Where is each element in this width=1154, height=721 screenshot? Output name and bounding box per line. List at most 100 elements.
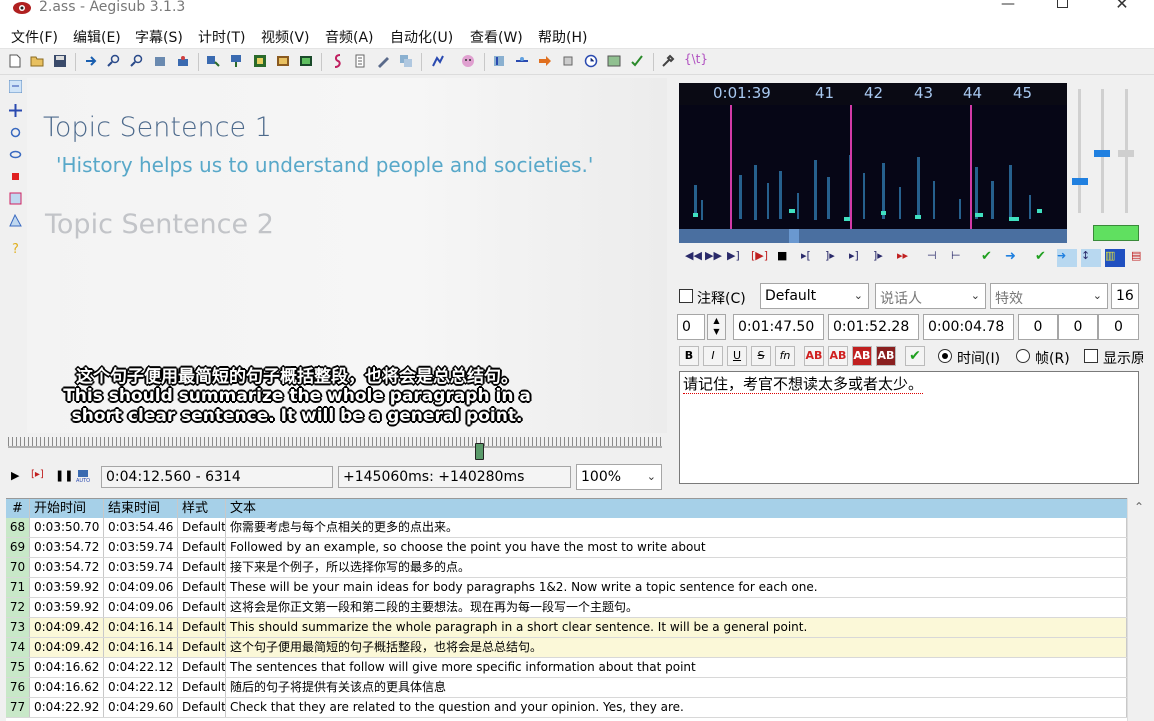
menu-help[interactable]: 帮助(H) xyxy=(538,27,587,47)
video-seek-track[interactable] xyxy=(8,446,662,448)
margin-right-field[interactable]: 0 xyxy=(1058,314,1098,340)
video-offset-field[interactable]: +145060ms: +140280ms xyxy=(338,466,571,488)
strikeout-button[interactable]: S xyxy=(751,346,771,366)
zoom-icon[interactable] xyxy=(107,54,121,68)
table-row[interactable]: 73 0:04:09.42 0:04:16.14 Default This should… xyxy=(6,618,1127,638)
vector-clip-icon[interactable] xyxy=(9,214,22,227)
menu-video[interactable]: 视频(V) xyxy=(261,27,310,47)
play-selection-icon[interactable]: ▶] xyxy=(727,249,740,262)
layer-field[interactable]: 0 xyxy=(677,314,705,340)
actor-select[interactable]: 说话人 ⌄ xyxy=(875,283,986,309)
forward-icon[interactable] xyxy=(538,54,552,68)
open-icon[interactable] xyxy=(30,54,44,68)
auto-next-icon[interactable]: ➜ xyxy=(1057,249,1077,267)
margin-vertical-field[interactable]: 0 xyxy=(1098,314,1139,340)
tags-icon[interactable]: {\t} xyxy=(684,52,708,66)
play-to-end-icon[interactable]: ▸▸ xyxy=(897,249,908,262)
horizontal-zoom-thumb[interactable] xyxy=(1072,178,1088,185)
help-icon[interactable]: ? xyxy=(9,241,22,254)
rotate-xy-icon[interactable] xyxy=(9,148,22,161)
resample-icon[interactable] xyxy=(431,54,445,68)
table-row[interactable]: 75 0:04:16.62 0:04:22.12 Default The sentenc… xyxy=(6,658,1127,678)
stop-icon[interactable]: ■ xyxy=(777,249,787,262)
menu-timing[interactable]: 计时(T) xyxy=(198,27,245,47)
table-row[interactable]: 68 0:03:50.70 0:03:54.46 Default 你需要考虑与每个点相关… xyxy=(6,518,1127,538)
scale-tool-icon[interactable] xyxy=(9,170,22,183)
save-icon[interactable] xyxy=(53,54,67,68)
link-zoom-toggle[interactable] xyxy=(1093,225,1139,241)
commit-button[interactable]: ✔ xyxy=(905,346,925,366)
calculator-icon[interactable] xyxy=(353,54,367,68)
snap-start-icon[interactable] xyxy=(492,54,506,68)
next-line-icon[interactable]: ▶▶ xyxy=(705,249,722,262)
film-strip-icon[interactable] xyxy=(276,54,290,68)
lead-out-icon[interactable]: ⊢ xyxy=(951,249,961,262)
outline-color-button[interactable]: AB xyxy=(852,346,872,366)
table-row[interactable]: 77 0:04:22.92 0:04:29.60 Default Check that … xyxy=(6,698,1127,718)
table-row[interactable]: 76 0:04:16.62 0:04:22.12 Default 随后的句子将提供有关该… xyxy=(6,678,1127,698)
shift-icon[interactable] xyxy=(515,54,529,68)
properties-icon[interactable] xyxy=(176,54,190,68)
clip-tool-icon[interactable] xyxy=(9,192,22,205)
automation-icon[interactable] xyxy=(331,54,345,68)
goto-icon[interactable]: ➜ xyxy=(1005,249,1016,264)
duration-field[interactable]: 0:00:04.78 xyxy=(923,314,1014,340)
assistant-icon[interactable] xyxy=(461,54,475,68)
subtitle-text-editor[interactable]: 请记住，考官不想读太多或者太少。 xyxy=(679,371,1139,484)
end-time-field[interactable]: 0:01:52.28 xyxy=(828,314,919,340)
karaoke-icon[interactable]: ▤ xyxy=(1131,249,1141,262)
clock-icon[interactable] xyxy=(584,54,598,68)
horizontal-zoom-track[interactable] xyxy=(1078,89,1081,213)
play-after-icon[interactable]: ]▸ xyxy=(873,249,883,262)
time-radio[interactable] xyxy=(938,349,952,363)
start-time-field[interactable]: 0:01:47.50 xyxy=(733,314,824,340)
audio-scroll-thumb[interactable] xyxy=(789,229,799,243)
video-play-icon[interactable]: ▶ xyxy=(11,469,19,482)
layer-spinner[interactable]: ▲ ▼ xyxy=(707,314,726,340)
menu-audio[interactable]: 音频(A) xyxy=(325,27,374,47)
square-icon[interactable] xyxy=(561,54,575,68)
video-time-field[interactable]: 0:04:12.560 - 6314 xyxy=(101,466,333,488)
new-file-icon[interactable] xyxy=(8,54,22,68)
commit-icon[interactable]: ✔ xyxy=(981,249,992,264)
keyframe-icon[interactable] xyxy=(299,54,313,68)
primary-color-button[interactable]: AB xyxy=(804,346,824,366)
close-button[interactable]: ✕ xyxy=(1102,0,1142,18)
audio-display[interactable]: 0:01:39 41 42 43 44 45 xyxy=(679,83,1067,243)
menu-automation[interactable]: 自动化(U) xyxy=(390,27,453,47)
play-before-icon[interactable]: ▸[ xyxy=(801,249,811,262)
bold-button[interactable]: B xyxy=(679,346,699,366)
rotate-z-icon[interactable] xyxy=(9,126,22,139)
jump-icon[interactable] xyxy=(84,54,98,68)
video-seek-thumb[interactable] xyxy=(475,443,484,460)
menu-view[interactable]: 查看(W) xyxy=(470,27,523,47)
menu-file[interactable]: 文件(F) xyxy=(11,27,58,47)
prev-line-icon[interactable]: ◀◀ xyxy=(685,249,702,262)
auto-commit-icon[interactable]: ✔ xyxy=(1035,249,1046,264)
play-end-icon[interactable]: ▸] xyxy=(849,249,859,262)
autoscroll-icon[interactable]: AUTO xyxy=(76,469,90,483)
translate-icon[interactable] xyxy=(399,54,413,68)
play-line-icon[interactable]: [▸] xyxy=(31,469,44,480)
frame-radio[interactable] xyxy=(1016,349,1030,363)
table-row[interactable]: 71 0:03:59.92 0:04:09.06 Default These will … xyxy=(6,578,1127,598)
effect-select[interactable]: 特效 ⌄ xyxy=(990,283,1108,309)
comment-checkbox[interactable] xyxy=(679,289,693,303)
video-display[interactable]: Topic Sentence 1 'History helps us to un… xyxy=(27,78,667,433)
spellcheck-icon[interactable] xyxy=(630,54,644,68)
style-select[interactable]: Default ⌄ xyxy=(760,283,869,309)
standard-tool-icon[interactable] xyxy=(9,80,22,93)
find-icon[interactable] xyxy=(130,54,144,68)
zoom-select[interactable]: 100% ⌄ xyxy=(576,464,662,490)
scroll-up-icon[interactable]: ⌃ xyxy=(1134,500,1144,514)
table-row[interactable]: 69 0:03:54.72 0:03:59.74 Default Followed by… xyxy=(6,538,1127,558)
styles-icon[interactable] xyxy=(206,54,220,68)
drag-tool-icon[interactable] xyxy=(9,104,22,117)
shadow-color-button[interactable]: AB xyxy=(876,346,896,366)
secondary-color-button[interactable]: AB xyxy=(828,346,848,366)
play-line-icon[interactable]: [▶] xyxy=(751,249,768,262)
vertical-zoom-thumb[interactable] xyxy=(1094,150,1110,157)
grid-scrollbar[interactable]: ⌃ xyxy=(1127,498,1154,721)
replace-icon[interactable] xyxy=(153,54,167,68)
table-row[interactable]: 74 0:04:09.42 0:04:16.14 Default 这个句子便用最简短的句… xyxy=(6,638,1127,658)
